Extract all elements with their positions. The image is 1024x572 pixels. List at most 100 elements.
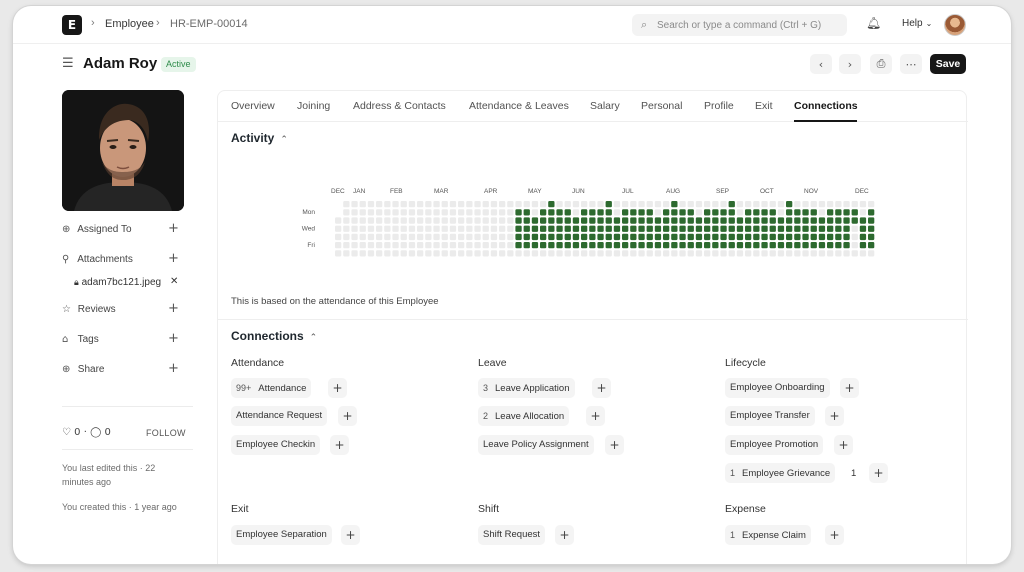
heatmap-cell[interactable] [490,201,498,208]
heatmap-cell[interactable] [499,201,506,208]
heatmap-cell[interactable] [654,225,662,232]
heatmap-cell[interactable] [441,242,448,249]
heatmap-cell[interactable] [868,209,875,216]
heatmap-cell[interactable] [712,225,719,232]
heatmap-cell[interactable] [761,233,768,241]
heatmap-cell[interactable] [687,217,694,224]
heatmap-cell[interactable] [687,250,694,257]
heatmap-cell[interactable] [433,217,440,224]
heatmap-cell[interactable] [507,233,514,241]
heatmap-cell[interactable] [638,209,645,216]
heatmap-cell[interactable] [728,201,735,208]
heatmap-cell[interactable] [654,201,662,208]
heatmap-cell[interactable] [376,201,383,208]
share[interactable]: ⊕ Share [62,364,104,375]
assigned-to[interactable]: ⊕ Assigned To [62,224,132,235]
heatmap-cell[interactable] [548,233,555,241]
heatmap-cell[interactable] [351,250,358,257]
heatmap-cell[interactable] [761,250,768,257]
heatmap-cell[interactable] [613,217,621,224]
heatmap-cell[interactable] [818,225,826,232]
add-review-icon[interactable]: + [168,301,179,316]
heatmap-cell[interactable] [482,209,489,216]
heatmap-cell[interactable] [343,233,350,241]
heatmap-cell[interactable] [802,209,809,216]
heatmap-cell[interactable] [392,233,399,241]
heatmap-cell[interactable] [646,201,653,208]
heatmap-cell[interactable] [466,233,473,241]
heatmap-cell[interactable] [679,233,686,241]
heatmap-cell[interactable] [581,225,588,232]
heatmap-cell[interactable] [769,225,776,232]
heatmap-cell[interactable] [786,233,793,241]
heatmap-cell[interactable] [581,233,588,241]
heatmap-cell[interactable] [630,242,637,249]
heatmap-cell[interactable] [589,209,596,216]
heatmap-cell[interactable] [507,242,514,249]
heatmap-cell[interactable] [540,201,547,208]
heatmap-cell[interactable] [605,217,612,224]
link-employee-promotion[interactable]: Employee Promotion [725,435,824,455]
heatmap-cell[interactable] [638,225,645,232]
heatmap-cell[interactable] [704,225,711,232]
heatmap-cell[interactable] [343,242,350,249]
heatmap-cell[interactable] [523,233,530,241]
heatmap-cell[interactable] [597,217,604,224]
heatmap-cell[interactable] [581,217,588,224]
heatmap-cell[interactable] [622,225,629,232]
heatmap-cell[interactable] [827,217,834,224]
heatmap-cell[interactable] [704,201,711,208]
heatmap-cell[interactable] [646,217,653,224]
tab-personal[interactable]: Personal [641,100,682,112]
heatmap-cell[interactable] [720,233,727,241]
heatmap-cell[interactable] [843,250,850,257]
heatmap-cell[interactable] [687,225,694,232]
heatmap-cell[interactable] [408,209,416,216]
heatmap-cell[interactable] [671,201,678,208]
heatmap-cell[interactable] [417,250,424,257]
heatmap-cell[interactable] [466,242,473,249]
heatmap-cell[interactable] [490,217,498,224]
heatmap-cell[interactable] [367,201,375,208]
heatmap-cell[interactable] [704,242,711,249]
heatmap-cell[interactable] [359,217,366,224]
heatmap-cell[interactable] [376,209,383,216]
heatmap-cell[interactable] [671,217,678,224]
add-tag-icon[interactable]: + [168,331,179,346]
heatmap-cell[interactable] [458,209,465,216]
heatmap-cell[interactable] [671,225,678,232]
heatmap-cell[interactable] [671,233,678,241]
heatmap-cell[interactable] [835,201,842,208]
heatmap-cell[interactable] [728,217,735,224]
heatmap-cell[interactable] [859,217,867,224]
add-leave-application-icon[interactable]: + [592,378,611,398]
heatmap-cell[interactable] [777,217,785,224]
heatmap-cell[interactable] [712,209,719,216]
heatmap-cell[interactable] [392,225,399,232]
heatmap-cell[interactable] [523,209,530,216]
heatmap-cell[interactable] [564,233,571,241]
heatmap-cell[interactable] [441,250,448,257]
heatmap-cell[interactable] [818,217,826,224]
heatmap-cell[interactable] [769,209,776,216]
heatmap-cell[interactable] [736,250,744,257]
heatmap-cell[interactable] [376,242,383,249]
heatmap-cell[interactable] [818,250,826,257]
heatmap-cell[interactable] [613,209,621,216]
heatmap-cell[interactable] [622,242,629,249]
heatmap-cell[interactable] [605,250,612,257]
heatmap-cell[interactable] [531,233,539,241]
heatmap-cell[interactable] [630,233,637,241]
heatmap-cell[interactable] [646,242,653,249]
heatmap-cell[interactable] [400,217,407,224]
heatmap-cell[interactable] [515,217,522,224]
heatmap-cell[interactable] [859,250,867,257]
heatmap-cell[interactable] [695,201,703,208]
heatmap-cell[interactable] [687,201,694,208]
heatmap-cell[interactable] [687,233,694,241]
heatmap-cell[interactable] [630,225,637,232]
heatmap-cell[interactable] [499,250,506,257]
breadcrumb-employee[interactable]: Employee [105,18,154,30]
remove-attachment-icon[interactable]: ✕ [170,276,178,287]
heatmap-cell[interactable] [482,201,489,208]
